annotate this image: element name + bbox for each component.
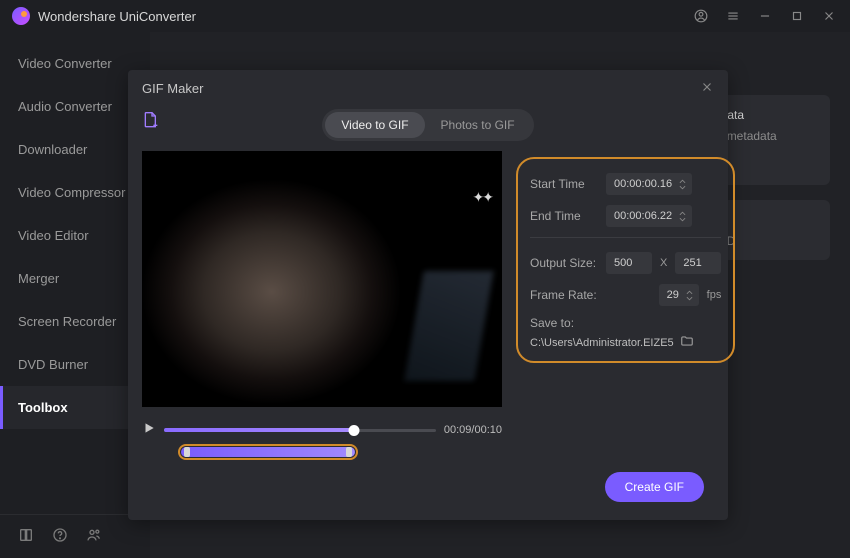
app-title: Wondershare UniConverter [38, 9, 692, 24]
menu-icon[interactable] [724, 7, 742, 25]
start-time-label: Start Time [530, 177, 598, 191]
app-logo [12, 7, 30, 25]
gif-maker-dialog: GIF Maker Video to GIF Photos to GIF ✦✦ [128, 70, 728, 520]
output-height-stepper[interactable]: 251 [675, 252, 721, 274]
range-handle-end[interactable] [345, 446, 353, 458]
maximize-icon[interactable] [788, 7, 806, 25]
video-preview[interactable]: ✦✦ [142, 151, 502, 407]
start-time-value: 00:00:00.16 [614, 178, 675, 190]
frame-rate-label: Frame Rate: [530, 288, 598, 302]
frame-rate-stepper[interactable]: 29 [659, 284, 699, 306]
clip-range-selector[interactable] [178, 444, 358, 460]
chevron-down-icon[interactable] [686, 296, 693, 301]
output-height-value: 251 [683, 257, 715, 269]
chevron-down-icon[interactable] [679, 185, 686, 190]
play-button[interactable] [142, 421, 156, 438]
help-icon[interactable] [52, 527, 68, 546]
tutorial-icon[interactable] [18, 527, 34, 546]
end-time-value: 00:00:06.22 [614, 210, 675, 222]
minimize-icon[interactable] [756, 7, 774, 25]
chevron-up-icon[interactable] [679, 211, 686, 216]
end-time-label: End Time [530, 209, 598, 223]
tab-video-to-gif[interactable]: Video to GIF [325, 112, 424, 138]
add-file-icon[interactable] [142, 110, 158, 133]
start-time-stepper[interactable]: 00:00:00.16 [606, 173, 692, 195]
watermark-icon: ✦✦ [473, 189, 492, 206]
account-icon[interactable] [692, 7, 710, 25]
chevron-down-icon[interactable] [679, 217, 686, 222]
fps-unit: fps [707, 289, 722, 301]
chevron-up-icon[interactable] [686, 290, 693, 295]
size-x: X [660, 257, 667, 269]
playback-time: 00:09/00:10 [444, 424, 502, 436]
dialog-title: GIF Maker [142, 81, 700, 96]
settings-panel: Start Time 00:00:00.16 End Time 00:00:06… [516, 157, 735, 363]
save-to-label: Save to: [530, 316, 721, 330]
video-still [142, 151, 502, 407]
close-dialog-icon[interactable] [700, 80, 714, 97]
output-width-stepper[interactable]: 500 [606, 252, 652, 274]
tab-photos-to-gif[interactable]: Photos to GIF [425, 112, 531, 138]
close-window-icon[interactable] [820, 7, 838, 25]
output-size-label: Output Size: [530, 256, 598, 270]
chevron-up-icon[interactable] [679, 179, 686, 184]
create-gif-button[interactable]: Create GIF [605, 472, 704, 502]
seek-thumb[interactable] [349, 425, 360, 436]
output-width-value: 500 [614, 257, 646, 269]
end-time-stepper[interactable]: 00:00:06.22 [606, 205, 692, 227]
range-handle-start[interactable] [183, 446, 191, 458]
community-icon[interactable] [86, 527, 102, 546]
frame-rate-value: 29 [667, 289, 682, 301]
browse-folder-icon[interactable] [680, 334, 694, 351]
seek-slider[interactable] [164, 422, 436, 438]
save-path-text: C:\Users\Administrator.EIZE5 [530, 337, 674, 349]
